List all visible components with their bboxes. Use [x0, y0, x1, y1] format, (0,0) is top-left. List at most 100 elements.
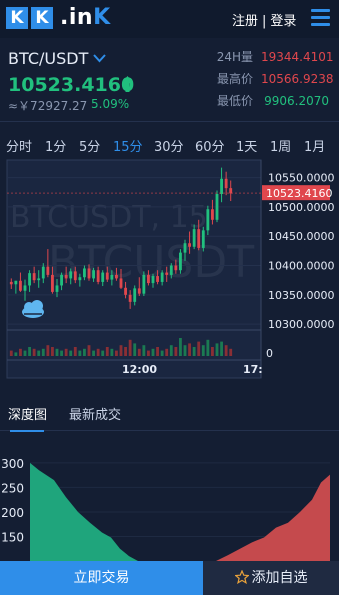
candle-body [60, 274, 63, 286]
candle-body [92, 270, 95, 279]
top-bar: K K .inK 注册 | 登录 [0, 0, 339, 38]
x-axis-tick: 12:00 [122, 363, 157, 376]
candle-body [197, 229, 201, 248]
candle-body [32, 273, 36, 281]
register-link[interactable]: 注册 [232, 14, 258, 29]
candle-body [69, 271, 73, 279]
change-percent: 5.09% [91, 97, 130, 111]
candle-body [188, 243, 191, 247]
candle-body [169, 265, 173, 275]
chevron-down-icon[interactable] [93, 53, 106, 63]
timeframe-tab[interactable]: 1分 [45, 136, 66, 155]
volume-bar [96, 348, 100, 356]
depth-y-tick: 300 [1, 457, 24, 471]
logo-letter-1: K [6, 7, 28, 29]
volume-bar [92, 350, 95, 356]
auth-divider: | [262, 14, 267, 29]
candle-body [229, 188, 233, 194]
candle-body [215, 194, 219, 220]
menu-icon[interactable] [311, 9, 330, 26]
y-axis-tick: 10350.0000 [268, 289, 334, 302]
volume-bar [229, 348, 233, 356]
trade-now-button[interactable]: 立即交易 [0, 561, 203, 595]
candle-body [201, 230, 205, 248]
add-favorite-label: 添加自选 [251, 570, 308, 586]
depth-chart[interactable]: 300 250 200 150 [0, 455, 339, 561]
volume-bar [197, 341, 201, 356]
star-icon [233, 569, 250, 585]
tab-latest-trades[interactable]: 最新成交 [69, 404, 121, 423]
timeframe-tab[interactable]: 1月 [304, 136, 325, 155]
candle-body [165, 272, 169, 275]
candle-body [23, 285, 27, 291]
y-axis-tick: 10500.0000 [268, 201, 334, 214]
volume-bar [224, 345, 228, 356]
candle-body [115, 274, 118, 279]
y-axis-tick: 10450.0000 [268, 230, 334, 243]
volume-bar [211, 347, 214, 356]
volume-bar [192, 347, 196, 356]
add-favorite-button[interactable]: 添加自选 [203, 561, 339, 595]
candlestick-chart[interactable]: BTCUSDT, 15 BTCUSDT 10550.0000 10500.0000… [0, 155, 339, 380]
timeframe-tab[interactable]: 1天 [236, 136, 257, 155]
logo-word: .inK [60, 7, 111, 29]
timeframe-tab[interactable]: 60分 [195, 136, 225, 155]
candle-body [19, 280, 22, 291]
timeframe-tab[interactable]: 1周 [270, 136, 291, 155]
candle-body [192, 229, 196, 247]
candle-body [220, 178, 223, 194]
volume-bar [183, 345, 187, 356]
candle-body [183, 243, 187, 253]
candle-body [87, 268, 91, 279]
volume-bar [215, 343, 219, 356]
pair-selector[interactable]: BTC/USDT [8, 49, 88, 68]
timeframe-tab[interactable]: 5分 [79, 136, 100, 155]
timeframe-tab-active[interactable]: 15分 [113, 136, 143, 155]
volume-bar [32, 348, 36, 356]
volume-bar [69, 350, 73, 356]
candle-body [160, 272, 164, 282]
volume-bar [73, 347, 77, 356]
timeframe-tab[interactable]: 分时 [6, 136, 32, 155]
cny-value: ≈￥72927.27 [8, 99, 88, 113]
stat-label: 最低价 [216, 94, 253, 108]
stat-value: 9906.2070 [264, 94, 329, 108]
candle-body [28, 273, 31, 286]
candle-body [142, 274, 146, 294]
volume-bar [87, 345, 91, 356]
candle-body [179, 252, 182, 271]
candle-body [147, 274, 150, 284]
arrow-up-icon [122, 76, 133, 92]
brand-logo[interactable]: K K .inK [6, 7, 111, 29]
stat-value: 19344.4101 [261, 50, 334, 64]
volume-bar [51, 347, 54, 356]
stat-label: 24H量 [216, 50, 253, 64]
volume-bar [83, 348, 86, 356]
candle-body [55, 285, 59, 292]
tab-depth[interactable]: 深度图 [8, 404, 47, 423]
volume-bar [188, 343, 191, 356]
volume-bar [160, 350, 164, 356]
stat-value: 10566.9238 [261, 72, 334, 86]
bottom-action-bar: 立即交易 添加自选 [0, 561, 339, 595]
volume-bar [119, 345, 123, 356]
candle-body [78, 277, 82, 281]
x-axis-tick: 17: [243, 363, 263, 376]
stat-low: 最低价 9906.2070 [207, 92, 329, 109]
candle-body [110, 274, 114, 280]
volume-bar [169, 345, 173, 356]
candle-body [105, 272, 109, 280]
login-link[interactable]: 登录 [270, 14, 296, 29]
candle-body [224, 178, 228, 189]
volume-bar [78, 350, 82, 356]
candle-body [211, 209, 214, 220]
candle-body [151, 276, 155, 284]
volume-bar [133, 343, 137, 356]
candle-body [128, 294, 132, 302]
volume-bar [55, 348, 59, 356]
volume-bar [179, 338, 182, 356]
candle-body [9, 281, 13, 285]
candle-body [41, 266, 45, 279]
timeframe-tab[interactable]: 30分 [154, 136, 184, 155]
active-tab-indicator [10, 430, 44, 432]
